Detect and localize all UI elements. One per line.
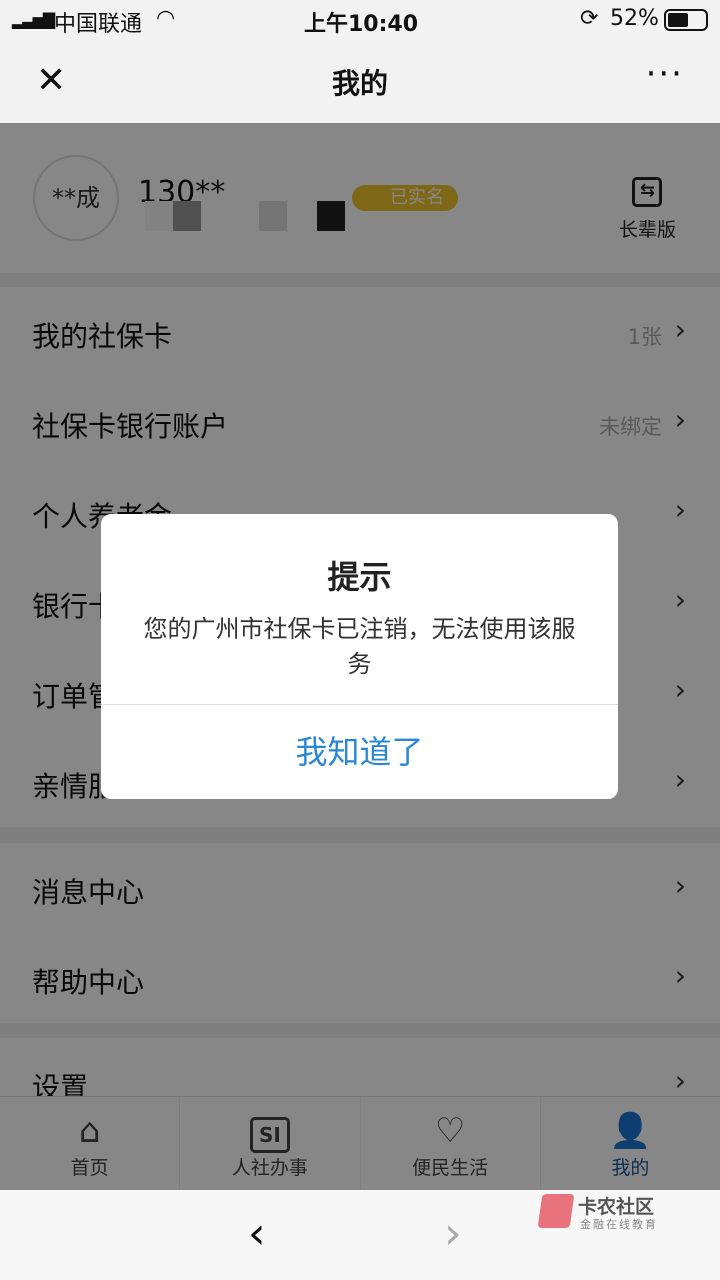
wifi-icon: ◠ [156,6,176,31]
rotation-lock-icon: ⟳ [580,6,599,31]
more-icon[interactable]: ··· [646,54,684,94]
carrier: 中国联通 [54,12,143,37]
alert-dialog: 提示 您的广州市社保卡已注销，无法使用该服务 我知道了 [101,514,618,799]
back-icon[interactable]: ‹ [248,1208,266,1259]
watermark-name: 卡农社区 [578,1196,655,1218]
battery-percent: 52% [610,6,659,31]
dialog-message: 您的广州市社保卡已注销，无法使用该服务 [143,615,576,678]
confirm-button[interactable]: 我知道了 [101,705,618,799]
page-title: 我的 [331,67,388,100]
nav-bar: ✕ 我的 ··· [0,40,720,123]
time: 上午10:40 [304,12,419,37]
signal-icon: ▂▃▅▇ [12,10,55,29]
battery-icon [664,9,708,31]
dialog-title: 提示 [327,558,392,596]
status-bar: ▂▃▅▇ 中国联通 ◠ 上午10:40 ⟳ 52% [0,0,720,40]
watermark-subtitle: 金融在线教育 [580,1218,658,1231]
forward-icon[interactable]: › [444,1208,462,1259]
watermark-logo: 卡农社区 金融在线教育 [537,1192,670,1232]
watermark-icon [537,1194,575,1228]
